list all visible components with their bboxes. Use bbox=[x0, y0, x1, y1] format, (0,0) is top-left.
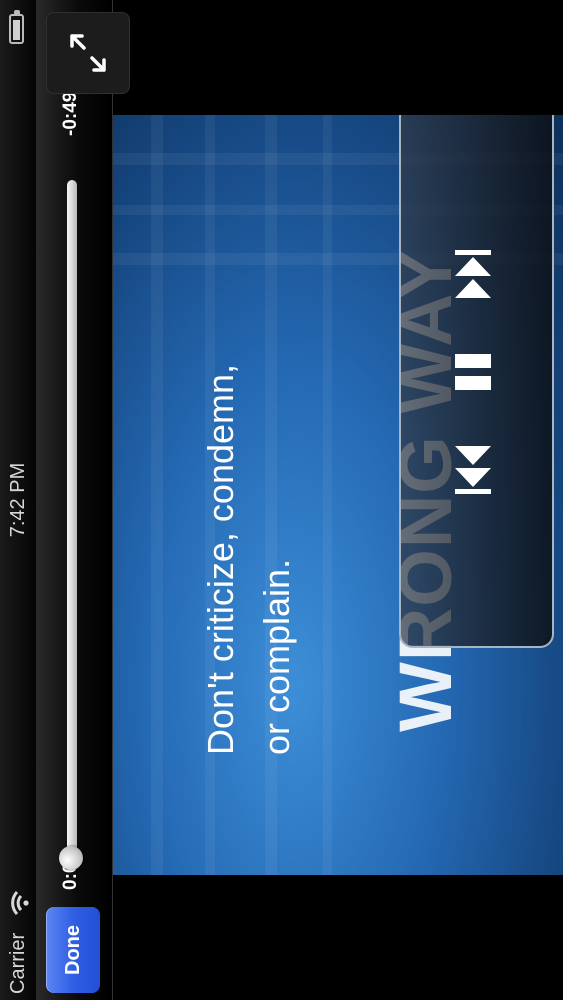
skip-forward-icon bbox=[455, 250, 491, 298]
fullscreen-toggle-icon bbox=[70, 34, 106, 72]
skip-back-icon bbox=[455, 446, 491, 494]
player-top-bar: Done 0:00 -0:49 bbox=[36, 0, 130, 1000]
status-bar: Carrier 7:42 PM bbox=[0, 0, 36, 1000]
screen: Carrier 7:42 PM Done 0:00 -0:49 Don't cr… bbox=[0, 0, 563, 1000]
video-caption: Don't criticize, condemn, or complain. bbox=[193, 364, 305, 755]
scrubber-track[interactable] bbox=[59, 180, 83, 870]
transport-controls bbox=[399, 115, 554, 648]
pause-icon bbox=[455, 354, 491, 390]
scrubber-thumb[interactable] bbox=[59, 846, 83, 870]
next-track-button[interactable] bbox=[451, 246, 495, 306]
caption-line-1: Don't criticize, condemn, bbox=[200, 363, 241, 755]
landscape-view: Carrier 7:42 PM Done 0:00 -0:49 Don't cr… bbox=[0, 0, 563, 1000]
done-button[interactable]: Done bbox=[46, 907, 100, 993]
caption-line-2: or complain. bbox=[256, 558, 297, 755]
fullscreen-button[interactable] bbox=[46, 12, 130, 94]
remaining-time: -0:49 bbox=[60, 91, 81, 136]
previous-track-button[interactable] bbox=[451, 438, 495, 498]
status-time: 7:42 PM bbox=[7, 462, 29, 538]
video-frame[interactable]: Don't criticize, condemn, or complain. W… bbox=[113, 115, 563, 875]
pause-button[interactable] bbox=[451, 350, 495, 394]
battery-icon bbox=[9, 10, 24, 44]
